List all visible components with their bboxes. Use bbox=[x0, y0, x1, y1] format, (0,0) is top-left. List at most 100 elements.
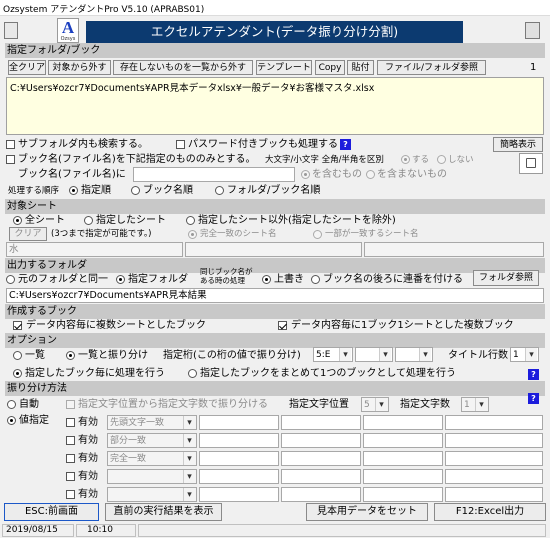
sheet-name-input-2[interactable] bbox=[185, 242, 362, 257]
auto-radio[interactable] bbox=[7, 400, 16, 409]
case-no-radio[interactable] bbox=[437, 155, 446, 164]
section-output-title: 出力するフォルダ bbox=[5, 258, 545, 273]
value-spec-radio[interactable] bbox=[7, 416, 16, 425]
sheet-name-input-3[interactable] bbox=[364, 242, 544, 257]
row-mode-select[interactable]: 部分一致 bbox=[107, 433, 197, 448]
char-pos-select[interactable]: 5 bbox=[361, 397, 389, 412]
clear-all-button[interactable]: 全クリア bbox=[8, 60, 46, 75]
book-icon bbox=[4, 22, 18, 39]
digit-label: 指定桁(この桁の値で振り分け) bbox=[163, 350, 301, 361]
row-enable-checkbox[interactable] bbox=[66, 436, 75, 445]
order-folder-book-radio[interactable] bbox=[215, 186, 224, 195]
list-only-label: 一覧 bbox=[25, 350, 45, 361]
row-value-input[interactable] bbox=[363, 451, 443, 466]
not-contains-radio[interactable] bbox=[366, 170, 375, 179]
book-name-limit-checkbox[interactable] bbox=[6, 155, 15, 164]
row-enable-label: 有効 bbox=[78, 417, 98, 428]
row-mode-select[interactable] bbox=[107, 487, 197, 502]
output-path-input[interactable]: C:¥Users¥ozcr7¥Documents¥APR見本結果 bbox=[6, 288, 544, 303]
list-and-split-radio[interactable] bbox=[66, 351, 75, 360]
match-full-radio[interactable] bbox=[188, 230, 197, 239]
row-value-input[interactable] bbox=[281, 415, 361, 430]
sheet-all-radio[interactable] bbox=[13, 216, 22, 225]
simple-view-button[interactable]: 簡略表示 bbox=[493, 137, 543, 152]
contains-radio[interactable] bbox=[301, 170, 310, 179]
row-enable-checkbox[interactable] bbox=[66, 454, 75, 463]
row-enable-checkbox[interactable] bbox=[66, 490, 75, 499]
option-help-icon[interactable]: ? bbox=[528, 369, 539, 380]
output-specified-folder-radio[interactable] bbox=[116, 275, 125, 284]
overwrite-radio[interactable] bbox=[262, 275, 271, 284]
row-value-input[interactable] bbox=[281, 451, 361, 466]
merge-books-radio[interactable] bbox=[188, 369, 197, 378]
row-enable-checkbox[interactable] bbox=[66, 418, 75, 427]
copy-button[interactable]: Copy bbox=[315, 60, 345, 75]
row-mode-select[interactable]: 完全一致 bbox=[107, 451, 197, 466]
last-result-button[interactable]: 直前の実行結果を表示 bbox=[105, 503, 222, 521]
order-label: 処理する順序 bbox=[8, 186, 60, 196]
sheet-name-input-1[interactable]: 水 bbox=[6, 242, 183, 257]
method-help-icon[interactable]: ? bbox=[528, 393, 539, 404]
case-yes-radio[interactable] bbox=[401, 155, 410, 164]
row-value-input[interactable] bbox=[363, 415, 443, 430]
sheet-clear-button[interactable]: クリア bbox=[9, 227, 47, 241]
row-enable-checkbox[interactable] bbox=[66, 472, 75, 481]
match-full-label: 完全一致のシート名 bbox=[200, 229, 277, 239]
char-count-select[interactable]: 1 bbox=[461, 397, 489, 412]
per-book-radio[interactable] bbox=[13, 369, 22, 378]
remove-target-button[interactable]: 対象から外す bbox=[48, 60, 111, 75]
set-sample-data-button[interactable]: 見本用データをセット bbox=[306, 503, 428, 521]
match-part-radio[interactable] bbox=[313, 230, 322, 239]
password-checkbox[interactable] bbox=[176, 140, 185, 149]
row-value-input[interactable] bbox=[445, 415, 543, 430]
case-yes-label: する bbox=[412, 155, 430, 165]
book-name-input[interactable] bbox=[133, 167, 295, 182]
row-value-input[interactable] bbox=[363, 433, 443, 448]
template-button[interactable]: テンプレート bbox=[256, 60, 312, 75]
title-rows-select[interactable]: 1 bbox=[510, 347, 539, 362]
row-value-input[interactable] bbox=[445, 433, 543, 448]
row-value-input[interactable] bbox=[445, 487, 543, 502]
path-list-item[interactable]: C:¥Users¥ozcr7¥Documents¥APR見本データxlsx¥一般… bbox=[10, 80, 540, 94]
folder-ref-button[interactable]: フォルダ参照 bbox=[473, 270, 539, 286]
row-mode-select[interactable] bbox=[107, 469, 197, 484]
row-mode-select[interactable]: 先頭文字一致 bbox=[107, 415, 197, 430]
order-specified-radio[interactable] bbox=[69, 186, 78, 195]
sheet-specified-radio[interactable] bbox=[84, 216, 93, 225]
row-value-input[interactable] bbox=[363, 487, 443, 502]
path-list[interactable]: C:¥Users¥ozcr7¥Documents¥APR見本データxlsx¥一般… bbox=[6, 77, 544, 135]
file-folder-ref-button[interactable]: ファイル/フォルダ参照 bbox=[377, 60, 486, 75]
multi-sheet-checkbox[interactable] bbox=[13, 321, 22, 330]
output-specified-folder-label: 指定フォルダ bbox=[128, 274, 188, 285]
row-value-input[interactable] bbox=[281, 433, 361, 448]
digit-select[interactable]: 5:E bbox=[313, 347, 353, 362]
digit-select-3[interactable] bbox=[395, 347, 433, 362]
row-value-input[interactable] bbox=[199, 415, 279, 430]
sheet-exclude-radio[interactable] bbox=[186, 216, 195, 225]
row-value-input[interactable] bbox=[445, 469, 543, 484]
contains-label: を含むもの bbox=[312, 169, 362, 180]
edit-icon[interactable] bbox=[519, 153, 543, 174]
row-value-input[interactable] bbox=[199, 451, 279, 466]
row-value-input[interactable] bbox=[281, 469, 361, 484]
row-value-input[interactable] bbox=[199, 433, 279, 448]
row-value-input[interactable] bbox=[363, 469, 443, 484]
paste-button[interactable]: 貼付 bbox=[347, 60, 374, 75]
row-value-input[interactable] bbox=[199, 469, 279, 484]
range-split-checkbox[interactable] bbox=[66, 400, 75, 409]
row-value-input[interactable] bbox=[281, 487, 361, 502]
one-sheet-checkbox[interactable] bbox=[278, 321, 287, 330]
esc-back-button[interactable]: ESC:前画面 bbox=[4, 503, 99, 521]
password-label: パスワード付きブックも処理する bbox=[188, 139, 338, 150]
row-value-input[interactable] bbox=[199, 487, 279, 502]
output-same-folder-radio[interactable] bbox=[6, 275, 15, 284]
digit-select-2[interactable] bbox=[355, 347, 393, 362]
help-icon[interactable]: ? bbox=[340, 139, 351, 150]
remove-nonexistent-button[interactable]: 存在しないものを一覧から外す bbox=[113, 60, 253, 75]
row-value-input[interactable] bbox=[445, 451, 543, 466]
subfolder-checkbox[interactable] bbox=[6, 140, 15, 149]
order-bookname-radio[interactable] bbox=[131, 186, 140, 195]
append-serial-radio[interactable] bbox=[311, 275, 320, 284]
excel-output-button[interactable]: F12:Excel出力 bbox=[434, 503, 546, 521]
list-only-radio[interactable] bbox=[13, 351, 22, 360]
